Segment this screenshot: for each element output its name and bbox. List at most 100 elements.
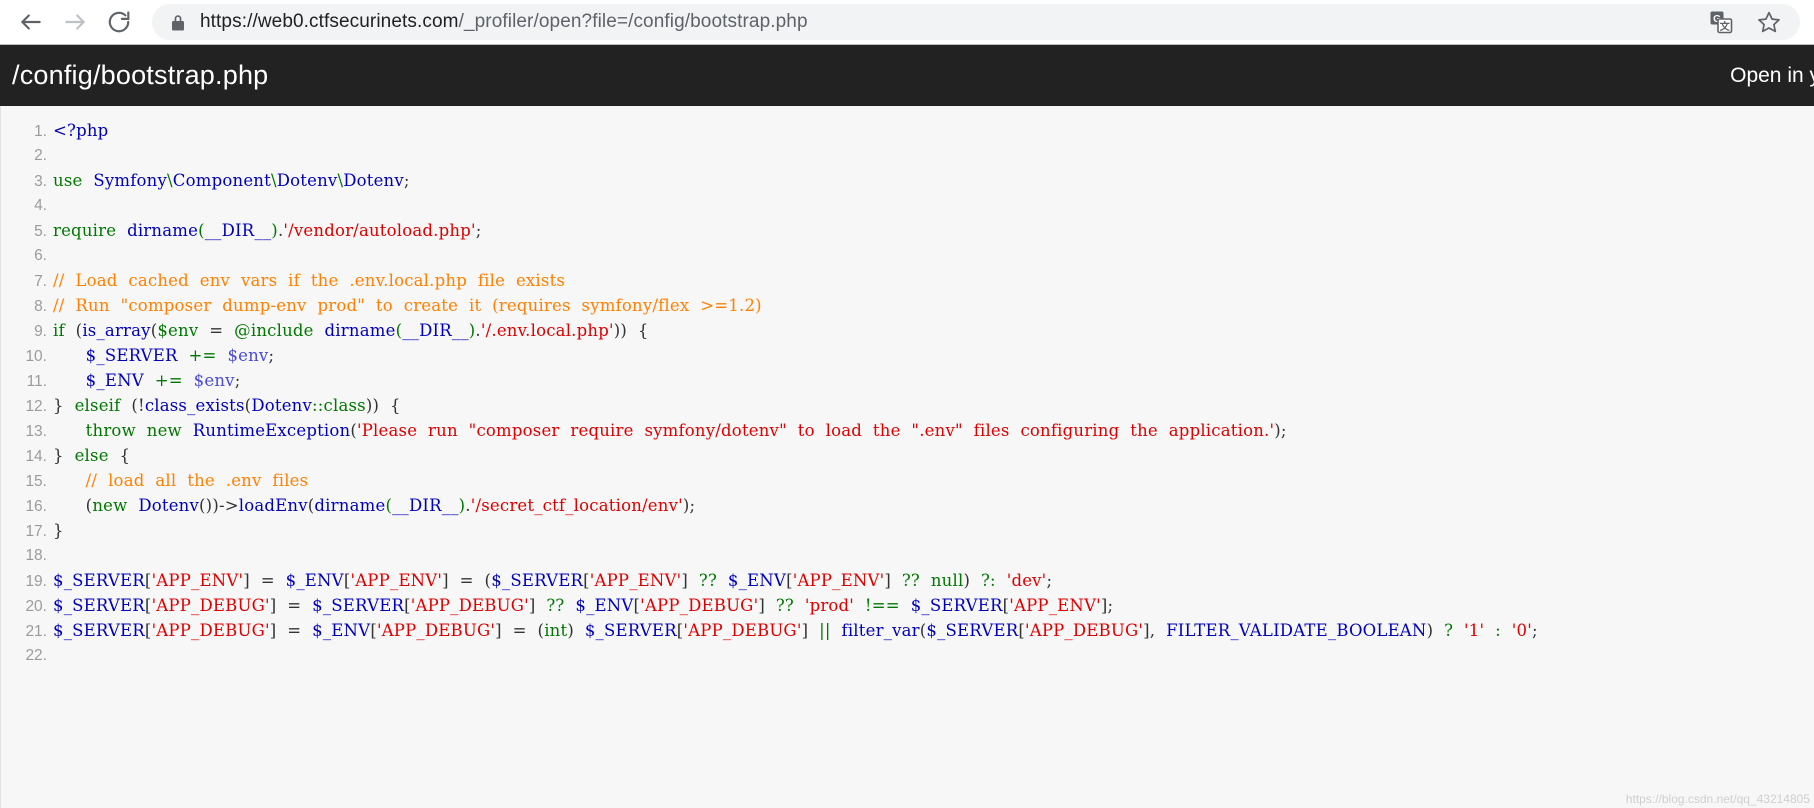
code-line: 6. bbox=[1, 243, 1814, 268]
code-token: ; bbox=[268, 346, 275, 365]
code-token: 'prod' bbox=[804, 596, 855, 615]
code-token: ] bbox=[528, 596, 536, 615]
reload-button[interactable] bbox=[102, 5, 136, 39]
code-token: $_ENV bbox=[575, 596, 634, 615]
star-icon[interactable] bbox=[1756, 9, 1782, 35]
code-token: $_ENV bbox=[727, 571, 787, 590]
code-token: += bbox=[188, 346, 217, 365]
code-token: = bbox=[198, 321, 235, 340]
code-token: __DIR__ bbox=[392, 496, 459, 515]
code-token: [ bbox=[144, 621, 152, 640]
code-token: Dotenv bbox=[251, 396, 313, 415]
line-number: 16. bbox=[25, 498, 47, 515]
code-token: 'APP_DEBUG' bbox=[1024, 621, 1144, 640]
code-token: Symfony bbox=[93, 171, 168, 190]
code-token: [ bbox=[144, 596, 152, 615]
svg-text:文: 文 bbox=[1720, 20, 1731, 33]
line-number: 18. bbox=[25, 547, 47, 564]
line-code: $_SERVER['APP_DEBUG'] = $_SERVER['APP_DE… bbox=[53, 593, 1814, 618]
code-line: 21. $_SERVER['APP_DEBUG'] = $_ENV['APP_DE… bbox=[1, 618, 1814, 643]
line-code: // Load cached env vars if the .env.loca… bbox=[53, 268, 1814, 293]
code-token: Dotenv bbox=[343, 171, 404, 190]
code-token: ); bbox=[1274, 421, 1287, 440]
code-token: dirname bbox=[314, 496, 386, 515]
line-code: } elseif (!class_exists(Dotenv::class)) … bbox=[53, 393, 1814, 418]
line-code: $_SERVER['APP_ENV'] = $_ENV['APP_ENV'] =… bbox=[53, 568, 1814, 593]
code-token: } bbox=[53, 521, 64, 540]
code-line-list: 1. <?php 2. 3. use Symfony\Component\Dotenv\… bbox=[1, 106, 1814, 668]
code-line: 1. <?php bbox=[1, 118, 1814, 143]
line-number: 1. bbox=[34, 123, 47, 140]
code-token: $_SERVER bbox=[491, 571, 584, 590]
code-token: ; bbox=[1046, 571, 1053, 590]
code-token: 'dev' bbox=[1006, 571, 1047, 590]
code-line: 20. $_SERVER['APP_DEBUG'] = $_SERVER['APP… bbox=[1, 593, 1814, 618]
code-token: [ bbox=[583, 571, 590, 590]
line-number: 6. bbox=[34, 247, 47, 264]
code-token: new bbox=[146, 421, 182, 440]
code-token: ?? bbox=[535, 596, 576, 615]
code-token: ) bbox=[567, 621, 585, 640]
code-token: <?php bbox=[53, 121, 109, 140]
code-token: ) bbox=[271, 221, 278, 240]
code-token: [ bbox=[144, 571, 152, 590]
line-code: $_ENV += $env; bbox=[53, 368, 1814, 393]
omnibox[interactable]: https://web0.ctfsecurinets.com/_profiler… bbox=[152, 4, 1800, 40]
line-number: 9. bbox=[34, 323, 47, 340]
url-text[interactable]: https://web0.ctfsecurinets.com/_profiler… bbox=[200, 11, 1708, 33]
code-token: )) { bbox=[613, 321, 649, 340]
code-token: if bbox=[53, 321, 65, 340]
code-token: 'Please run "composer require symfony/do… bbox=[357, 421, 1275, 440]
line-number: 19. bbox=[25, 573, 47, 590]
code-line: 4. bbox=[1, 193, 1814, 218]
forward-button[interactable] bbox=[58, 5, 92, 39]
line-number: 12. bbox=[25, 398, 47, 415]
code-token: __DIR__ bbox=[402, 321, 469, 340]
code-token: } bbox=[53, 396, 64, 415]
code-line: 16. (new Dotenv())->loadEnv(dirname(__DI… bbox=[1, 493, 1814, 518]
code-token: !== bbox=[854, 596, 911, 615]
code-token: ? bbox=[1433, 621, 1465, 640]
lock-icon[interactable] bbox=[170, 13, 186, 32]
code-token: ); bbox=[682, 496, 696, 515]
line-number: 13. bbox=[25, 423, 47, 440]
code-token: '0' bbox=[1511, 621, 1532, 640]
google-translate-icon[interactable]: G 文 bbox=[1708, 9, 1734, 35]
code-token: 'APP_ENV' bbox=[1009, 596, 1101, 615]
code-token: '/secret_ctf_location/env' bbox=[470, 496, 683, 515]
code-token: loadEnv bbox=[238, 496, 308, 515]
code-token: ?? bbox=[688, 571, 728, 590]
code-token: ?: bbox=[970, 571, 1007, 590]
line-number: 21. bbox=[25, 623, 47, 640]
code-token: elseif bbox=[74, 396, 121, 415]
code-line: 10. $_SERVER += $env; bbox=[1, 343, 1814, 368]
source-code-viewer: 1. <?php 2. 3. use Symfony\Component\Dotenv\… bbox=[0, 106, 1814, 808]
line-code: throw new RuntimeException('Please run "… bbox=[53, 418, 1814, 443]
code-token: FILTER_VALIDATE_BOOLEAN bbox=[1166, 621, 1427, 640]
code-token: Dotenv bbox=[138, 496, 200, 515]
code-token: 'APP_ENV' bbox=[151, 571, 244, 590]
code-token: 'APP_DEBUG' bbox=[683, 621, 802, 640]
code-line: 22. bbox=[1, 643, 1814, 668]
code-token: $_SERVER bbox=[53, 571, 145, 590]
code-token: )) { bbox=[365, 396, 401, 415]
code-token: // bbox=[53, 271, 70, 290]
back-button[interactable] bbox=[14, 5, 48, 39]
open-in-ide-link[interactable]: Open in y bbox=[1730, 64, 1814, 88]
code-token: ] bbox=[884, 571, 891, 590]
code-token: // bbox=[53, 296, 70, 315]
code-token: '/.env.local.php' bbox=[480, 321, 614, 340]
code-token: [ bbox=[786, 571, 793, 590]
line-number: 20. bbox=[25, 598, 47, 615]
arrow-right-icon bbox=[62, 9, 88, 35]
code-token: __DIR__ bbox=[204, 221, 272, 240]
code-line: 14.} else { bbox=[1, 443, 1814, 468]
code-token: Load cached env vars if the .env.local.p… bbox=[69, 271, 566, 290]
code-token: $_SERVER bbox=[85, 346, 178, 365]
code-token: = ( bbox=[448, 571, 492, 590]
